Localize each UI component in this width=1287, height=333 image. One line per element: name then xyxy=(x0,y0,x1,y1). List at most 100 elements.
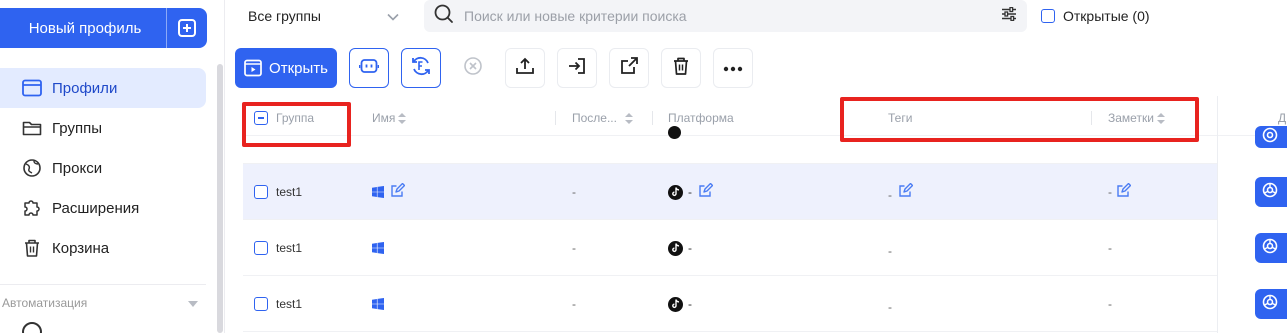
chevron-down-icon xyxy=(387,8,399,24)
row-name xyxy=(372,276,384,332)
stop-button[interactable] xyxy=(453,48,493,88)
sidebar-nav: Профили Группы Прокси Расширения Корзина xyxy=(0,68,206,268)
automation-section-header[interactable]: Автоматизация xyxy=(2,296,198,310)
edit-icon[interactable] xyxy=(898,182,914,201)
tiktok-icon xyxy=(668,126,681,139)
automation-item-icon xyxy=(22,322,42,333)
windows-icon xyxy=(372,242,384,254)
chrome-icon xyxy=(1262,294,1278,315)
frozen-column-divider xyxy=(1217,96,1218,333)
group-select-value: Все группы xyxy=(248,8,321,24)
filter-sliders-icon[interactable] xyxy=(1001,6,1017,26)
new-profile-button[interactable]: Новый профиль xyxy=(0,8,207,48)
row-last: - xyxy=(572,241,576,255)
row-tags: - xyxy=(888,167,914,223)
highlight-box-tags-notes-columns xyxy=(840,97,1199,142)
sidebar-item-extensions[interactable]: Расширения xyxy=(0,188,206,228)
sidebar-item-label: Корзина xyxy=(52,239,110,257)
sidebar-item-label: Расширения xyxy=(52,199,140,217)
row-notes: - xyxy=(1108,297,1112,311)
new-profile-add-icon[interactable] xyxy=(167,8,207,48)
import-icon xyxy=(567,56,587,81)
automation-label: Автоматизация xyxy=(2,296,88,310)
sidebar-item-trash[interactable]: Корзина xyxy=(0,228,206,268)
globe-icon xyxy=(22,158,42,178)
sidebar-scrollbar[interactable] xyxy=(217,64,223,333)
row-checkbox[interactable] xyxy=(254,164,268,220)
windows-icon xyxy=(372,186,384,198)
sidebar-item-label: Прокси xyxy=(52,159,103,177)
puzzle-icon xyxy=(22,198,42,218)
opened-checkbox[interactable] xyxy=(1041,9,1055,23)
folder-icon xyxy=(22,118,42,138)
sidebar-item-proxy[interactable]: Прокси xyxy=(0,148,206,188)
row-open-button[interactable] xyxy=(1255,233,1287,263)
row-platform: - xyxy=(668,276,692,332)
windows-icon xyxy=(372,298,384,310)
column-header-label: Платформа xyxy=(668,111,734,125)
row-last: - xyxy=(572,297,576,311)
platform-dash: - xyxy=(688,185,692,199)
new-profile-label: Новый профиль xyxy=(28,19,142,37)
table-row[interactable]: test1 - - - - xyxy=(243,164,1218,220)
share-button[interactable] xyxy=(609,48,649,88)
platform-dash: - xyxy=(688,241,692,255)
sort-icon xyxy=(398,112,407,124)
search-input[interactable] xyxy=(464,8,1001,24)
column-header-label: Имя xyxy=(372,111,396,125)
notes-value: - xyxy=(1108,185,1112,199)
opened-label: Открытые (0) xyxy=(1063,8,1150,24)
edit-icon[interactable] xyxy=(390,182,406,201)
row-last: - xyxy=(572,185,576,199)
row-name xyxy=(372,164,406,220)
table-row[interactable]: test1 - - - - xyxy=(243,220,1218,276)
row-checkbox[interactable] xyxy=(254,220,268,276)
tiktok-icon xyxy=(668,184,683,200)
row-platform: - xyxy=(668,164,714,220)
automation-robot-button[interactable] xyxy=(349,48,389,88)
row-name xyxy=(372,220,384,276)
sidebar-divider xyxy=(0,284,206,285)
row-open-button[interactable] xyxy=(1255,289,1287,319)
row-group: test1 xyxy=(276,297,303,311)
tiktok-icon xyxy=(668,240,683,256)
edit-icon[interactable] xyxy=(698,182,714,201)
import-button[interactable] xyxy=(557,48,597,88)
tiktok-icon xyxy=(668,296,683,312)
delete-button[interactable] xyxy=(661,48,701,88)
table-row[interactable]: test1 - - - - xyxy=(243,276,1218,332)
more-button[interactable] xyxy=(713,48,753,88)
sidebar-item-groups[interactable]: Группы xyxy=(0,108,206,148)
row-group: test1 xyxy=(276,241,303,255)
row-open-button[interactable] xyxy=(1255,126,1287,148)
export-button[interactable] xyxy=(505,48,545,88)
row-checkbox[interactable] xyxy=(254,276,268,332)
chrome-icon xyxy=(1262,238,1278,259)
sidebar-item-label: Профили xyxy=(52,79,118,97)
share-icon xyxy=(619,56,639,81)
sync-button[interactable] xyxy=(401,48,441,88)
opened-filter[interactable]: Открытые (0) xyxy=(1041,8,1150,24)
more-icon xyxy=(723,59,743,77)
row-platform: - xyxy=(668,220,692,276)
chrome-icon xyxy=(1262,127,1278,148)
search-bar xyxy=(424,0,1027,32)
column-separator[interactable] xyxy=(555,111,556,125)
row-tags: - xyxy=(888,300,892,314)
open-button-label: Открыть xyxy=(269,59,328,77)
search-icon xyxy=(434,4,454,29)
chrome-icon xyxy=(1262,182,1278,203)
row-tags: - xyxy=(888,244,892,258)
sidebar-item-profiles[interactable]: Профили xyxy=(0,68,206,108)
sidebar: Новый профиль Профили Группы Прокси Расш… xyxy=(0,0,225,333)
row-open-button[interactable] xyxy=(1255,177,1287,207)
chevron-down-icon xyxy=(188,296,198,310)
open-button[interactable]: Открыть xyxy=(235,48,337,88)
column-separator[interactable] xyxy=(652,111,653,125)
column-header-actions: Д xyxy=(1278,111,1287,125)
row-group: test1 xyxy=(276,185,303,199)
edit-icon[interactable] xyxy=(1116,182,1132,201)
group-select[interactable]: Все группы xyxy=(236,0,411,32)
trash-icon xyxy=(22,238,42,258)
sync-icon xyxy=(410,55,432,82)
